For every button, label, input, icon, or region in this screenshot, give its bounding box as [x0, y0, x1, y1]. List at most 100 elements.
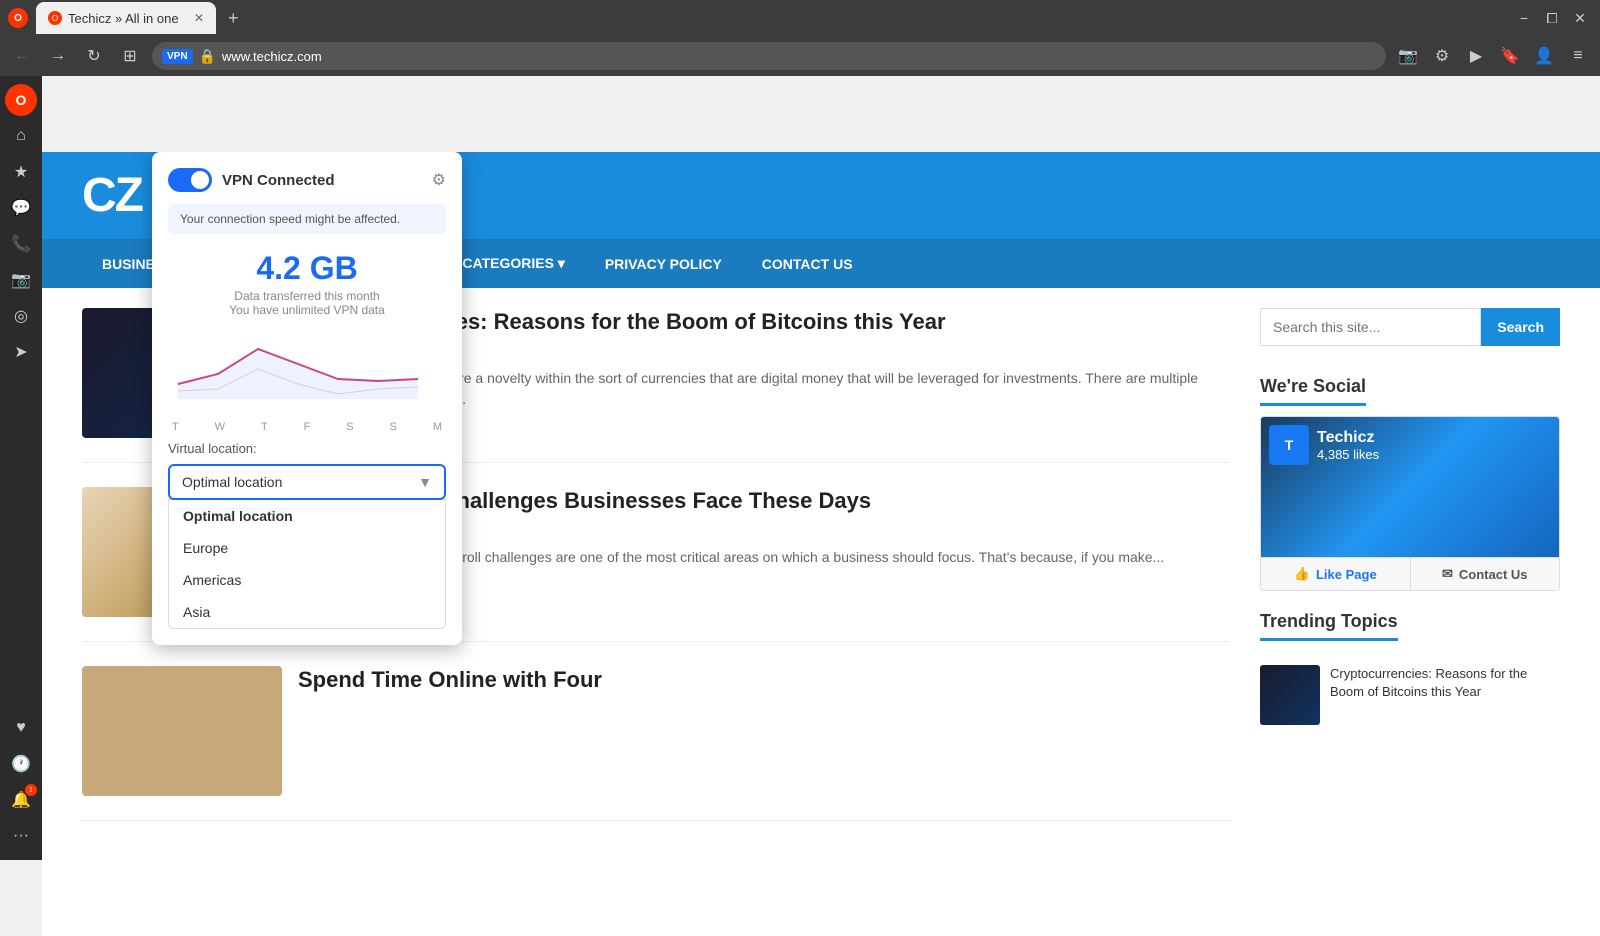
trending-item-0: Cryptocurrencies: Reasons for the Boom o… — [1260, 665, 1560, 725]
trending-title: Trending Topics — [1260, 611, 1398, 641]
minimize-button[interactable]: − — [1512, 6, 1536, 30]
vpn-unlimited-text: You have unlimited VPN data — [168, 303, 446, 317]
profile-icon[interactable]: 👤 — [1530, 42, 1558, 70]
fb-likes: 4,385 likes — [1317, 447, 1379, 462]
chart-label-m: M — [433, 421, 442, 433]
location-option-asia[interactable]: Asia — [169, 596, 445, 628]
like-page-button[interactable]: 👍 Like Page — [1261, 558, 1411, 590]
address-text: www.techicz.com — [222, 49, 322, 64]
social-widget-image: T Techicz 4,385 likes — [1261, 417, 1559, 557]
nav-item-privacy[interactable]: PRIVACY POLICY — [585, 240, 742, 288]
new-tab-button[interactable]: + — [228, 8, 239, 29]
fb-logo: T — [1269, 425, 1309, 465]
camera-icon[interactable]: 📷 — [1394, 42, 1422, 70]
trending-thumb-0 — [1260, 665, 1320, 725]
notification-badge: 1 — [25, 784, 37, 796]
tab-close-button[interactable]: ✕ — [194, 11, 204, 25]
sidebar-icon-opera[interactable]: O — [5, 84, 37, 116]
vpn-settings-icon[interactable]: ⚙ — [432, 170, 446, 190]
sidebar-icon-notifications[interactable]: 🔔 1 — [5, 784, 37, 816]
site-logo: CZ — [82, 168, 142, 223]
sidebar-icon-heart[interactable]: ♥ — [5, 712, 37, 744]
back-button[interactable]: ← — [8, 42, 36, 70]
vpn-data-label: Data transferred this month — [168, 289, 446, 303]
sidebar-icon-home[interactable]: ⌂ — [5, 120, 37, 152]
article-card-2: Spend Time Online with Four — [82, 666, 1230, 821]
search-button[interactable]: Search — [1481, 308, 1560, 346]
sidebar-area: Search We're Social T Techicz 4,385 like… — [1260, 308, 1560, 845]
browser-logo: O — [8, 8, 28, 28]
nav-item-contact[interactable]: CONTACT US — [742, 240, 873, 288]
menu-icon[interactable]: ≡ — [1564, 42, 1592, 70]
location-dropdown: Optimal location Europe Americas Asia — [168, 499, 446, 629]
fb-logo-area: T Techicz 4,385 likes — [1269, 425, 1379, 465]
vpn-title: VPN Connected — [222, 172, 335, 189]
vpn-warning-text: Your connection speed might be affected. — [168, 204, 446, 234]
article-thumb-2 — [82, 666, 282, 796]
chart-label-t1: T — [172, 421, 179, 433]
sidebar-icon-whatsapp[interactable]: 📞 — [5, 228, 37, 260]
vpn-popup: VPN Connected ⚙ Your connection speed mi… — [152, 152, 462, 645]
like-icon: 👍 — [1294, 566, 1310, 582]
vpn-data-section: 4.2 GB Data transferred this month You h… — [168, 250, 446, 317]
chart-label-w: W — [215, 421, 225, 433]
search-input[interactable] — [1260, 308, 1481, 346]
play-icon[interactable]: ▶ — [1462, 42, 1490, 70]
extensions-icon[interactable]: ⚙ — [1428, 42, 1456, 70]
sidebar-icon-more[interactable]: ··· — [5, 820, 37, 852]
contact-us-button[interactable]: ✉ Contact Us — [1411, 558, 1560, 590]
sidebar-icon-star[interactable]: ★ — [5, 156, 37, 188]
contact-label: Contact Us — [1459, 567, 1528, 582]
tab-title: Techicz » All in one — [68, 11, 179, 26]
location-dropdown-arrow: ▼ — [418, 474, 432, 490]
social-widget: T Techicz 4,385 likes 👍 Like Page — [1260, 416, 1560, 591]
vpn-header: VPN Connected ⚙ — [168, 168, 446, 192]
contact-icon: ✉ — [1442, 566, 1453, 582]
chart-label-t2: T — [261, 421, 268, 433]
nav-item-categories[interactable]: CATEGORIES ▾ — [442, 239, 584, 288]
chart-day-labels: T W T F S S M — [168, 421, 446, 433]
lock-icon: 🔒 — [199, 48, 216, 65]
sidebar-icon-messenger[interactable]: 💬 — [5, 192, 37, 224]
grid-button[interactable]: ⊞ — [116, 42, 144, 70]
vpn-usage-chart — [168, 329, 446, 409]
left-sidebar: O ⌂ ★ 💬 📞 📷 ◎ ➤ ♥ 🕐 🔔 1 ··· — [0, 76, 42, 860]
chart-label-s1: S — [346, 421, 353, 433]
location-option-optimal[interactable]: Optimal location — [169, 500, 445, 532]
chart-label-f: F — [304, 421, 311, 433]
vpn-badge: VPN — [162, 49, 193, 64]
search-box: Search — [1260, 308, 1560, 346]
toolbar-icons: 📷 ⚙ ▶ 🔖 👤 ≡ — [1394, 42, 1592, 70]
virtual-location-label: Virtual location: — [168, 441, 446, 456]
fb-info: Techicz 4,385 likes — [1317, 429, 1379, 462]
location-select[interactable]: Optimal location ▼ — [168, 464, 446, 500]
refresh-button[interactable]: ↻ — [80, 42, 108, 70]
location-option-europe[interactable]: Europe — [169, 532, 445, 564]
vpn-data-amount: 4.2 GB — [168, 250, 446, 287]
article-info-2: Spend Time Online with Four — [298, 666, 1230, 796]
sidebar-icon-instagram[interactable]: 📷 — [5, 264, 37, 296]
chart-label-s2: S — [390, 421, 397, 433]
vpn-toggle[interactable] — [168, 168, 212, 192]
bookmark-icon[interactable]: 🔖 — [1496, 42, 1524, 70]
social-section: We're Social T Techicz 4,385 likes — [1260, 376, 1560, 591]
article-title-2[interactable]: Spend Time Online with Four — [298, 666, 1230, 695]
forward-button[interactable]: → — [44, 42, 72, 70]
active-tab[interactable]: O Techicz » All in one ✕ — [36, 2, 216, 34]
sidebar-icon-location[interactable]: ◎ — [5, 300, 37, 332]
maximize-button[interactable]: ⧠ — [1540, 6, 1564, 30]
like-page-label: Like Page — [1316, 567, 1377, 582]
window-controls: − ⧠ ✕ — [1512, 6, 1592, 30]
social-actions: 👍 Like Page ✉ Contact Us — [1261, 557, 1559, 590]
trending-item-title-0[interactable]: Cryptocurrencies: Reasons for the Boom o… — [1330, 665, 1560, 725]
fb-name: Techicz — [1317, 429, 1379, 447]
close-button[interactable]: ✕ — [1568, 6, 1592, 30]
address-input-container[interactable]: VPN 🔒 www.techicz.com — [152, 42, 1386, 70]
sidebar-icon-clock[interactable]: 🕐 — [5, 748, 37, 780]
sidebar-icon-send[interactable]: ➤ — [5, 336, 37, 368]
trending-section: Trending Topics Cryptocurrencies: Reason… — [1260, 611, 1560, 725]
location-option-americas[interactable]: Americas — [169, 564, 445, 596]
title-bar: O O Techicz » All in one ✕ + − ⧠ ✕ — [0, 0, 1600, 36]
address-bar: ← → ↻ ⊞ VPN 🔒 www.techicz.com 📷 ⚙ ▶ 🔖 👤 … — [0, 36, 1600, 76]
tab-favicon: O — [48, 11, 62, 25]
